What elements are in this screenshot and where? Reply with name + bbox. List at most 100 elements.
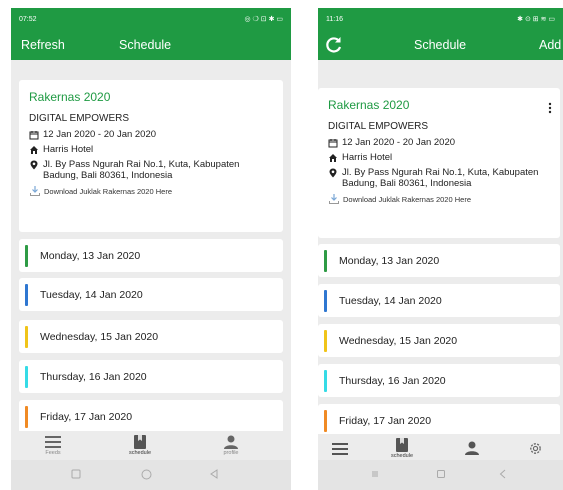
day-label: Thursday, 16 Jan 2020: [40, 370, 147, 383]
app-bar: Refresh Schedule: [11, 30, 291, 60]
home-icon: [329, 154, 337, 162]
bookmark-icon: [134, 435, 147, 449]
day-item[interactable]: Tuesday, 14 Jan 2020: [318, 284, 560, 317]
nav-profile[interactable]: [464, 441, 480, 455]
bottom-nav: Feeds schedule profile: [11, 431, 291, 463]
day-item[interactable]: Monday, 13 Jan 2020: [19, 239, 283, 272]
back-icon[interactable]: [209, 469, 219, 479]
status-bar: 07:52 ◎ ❍ ⊡ ✱ ▭: [11, 8, 291, 30]
add-button[interactable]: Add: [539, 38, 561, 52]
day-item[interactable]: Thursday, 16 Jan 2020: [318, 364, 560, 397]
system-nav-bar: [318, 460, 563, 490]
back-icon[interactable]: [498, 469, 508, 479]
download-label: Download Juklak Rakernas 2020 Here: [343, 194, 471, 204]
day-color-bar: [25, 365, 28, 388]
nav-profile[interactable]: profile: [223, 435, 239, 456]
day-label: Monday, 13 Jan 2020: [339, 254, 440, 267]
nav-settings[interactable]: [528, 441, 543, 456]
event-date-row: 12 Jan 2020 - 20 Jan 2020: [29, 129, 273, 140]
day-item[interactable]: Monday, 13 Jan 2020: [318, 244, 560, 277]
download-icon: [329, 194, 339, 204]
page-title: Schedule: [414, 38, 467, 52]
event-card[interactable]: Rakernas 2020 DIGITAL EMPOWERS 12 Jan 20…: [318, 88, 560, 238]
day-color-bar: [324, 409, 327, 432]
download-label: Download Juklak Rakernas 2020 Here: [44, 186, 172, 196]
home-icon: [30, 146, 38, 154]
nav-feeds-label: Feeds: [45, 450, 61, 456]
day-label: Monday, 13 Jan 2020: [40, 249, 141, 262]
nav-schedule-label: schedule: [129, 450, 152, 456]
bookmark-icon: [396, 438, 409, 452]
day-color-bar: [25, 244, 28, 267]
home-button-icon[interactable]: [141, 469, 152, 480]
menu-icon: [332, 443, 348, 455]
nav-schedule[interactable]: schedule: [391, 438, 413, 459]
event-venue-row: Harris Hotel: [328, 152, 550, 163]
person-icon: [224, 435, 238, 449]
nav-profile-label: profile: [223, 450, 239, 456]
calendar-icon: [328, 139, 338, 148]
day-item[interactable]: Friday, 17 Jan 2020: [19, 400, 283, 433]
nav-feeds[interactable]: [332, 442, 348, 456]
day-color-bar: [324, 249, 327, 272]
download-link[interactable]: Download Juklak Rakernas 2020 Here: [328, 193, 550, 205]
day-item[interactable]: Wednesday, 15 Jan 2020: [19, 320, 283, 353]
event-venue-row: Harris Hotel: [29, 144, 273, 155]
status-time: 11:16: [326, 15, 343, 23]
day-item[interactable]: Thursday, 16 Jan 2020: [19, 360, 283, 393]
event-date-range: 12 Jan 2020 - 20 Jan 2020: [43, 129, 157, 140]
download-icon: [30, 186, 40, 196]
nav-feeds[interactable]: Feeds: [45, 435, 61, 456]
event-address: Jl. By Pass Ngurah Rai No.1, Kuta, Kabup…: [43, 159, 240, 181]
status-time: 07:52: [19, 15, 37, 23]
gear-icon: [530, 443, 541, 454]
day-item[interactable]: Wednesday, 15 Jan 2020: [318, 324, 560, 357]
event-card[interactable]: Rakernas 2020 DIGITAL EMPOWERS 12 Jan 20…: [19, 80, 283, 232]
day-color-bar: [25, 325, 28, 348]
day-color-bar: [25, 405, 28, 428]
calendar-icon: [29, 131, 39, 140]
system-nav-bar: [11, 460, 291, 490]
more-vert-icon[interactable]: [548, 102, 552, 114]
event-venue: Harris Hotel: [43, 144, 94, 155]
download-link[interactable]: Download Juklak Rakernas 2020 Here: [29, 185, 273, 197]
event-title: Rakernas 2020: [328, 98, 410, 112]
day-label: Wednesday, 15 Jan 2020: [40, 330, 159, 343]
day-color-bar: [324, 289, 327, 312]
recents-icon[interactable]: [71, 469, 81, 479]
event-date-row: 12 Jan 2020 - 20 Jan 2020: [328, 137, 550, 148]
day-label: Thursday, 16 Jan 2020: [339, 374, 446, 387]
refresh-icon[interactable]: [324, 35, 344, 55]
person-icon: [465, 441, 479, 455]
phone-screen-right: 11:16 ✱ ⊙ ⊞ ≋ ▭ Schedule Add Rakernas 20…: [318, 8, 563, 490]
day-item[interactable]: Tuesday, 14 Jan 2020: [19, 278, 283, 311]
event-address: Jl. By Pass Ngurah Rai No.1, Kuta, Kabup…: [342, 167, 539, 189]
menu-icon: [45, 436, 61, 448]
day-label: Tuesday, 14 Jan 2020: [339, 294, 442, 307]
nav-schedule[interactable]: schedule: [129, 435, 151, 456]
day-label: Friday, 17 Jan 2020: [40, 410, 133, 423]
event-address-row: Jl. By Pass Ngurah Rai No.1, Kuta, Kabup…: [328, 167, 550, 189]
day-label: Wednesday, 15 Jan 2020: [339, 334, 458, 347]
nav-schedule-label: schedule: [391, 453, 414, 459]
event-title: Rakernas 2020: [29, 90, 111, 104]
event-address-row: Jl. By Pass Ngurah Rai No.1, Kuta, Kabup…: [29, 159, 273, 181]
map-pin-icon: [30, 160, 38, 170]
status-bar: 11:16 ✱ ⊙ ⊞ ≋ ▭: [318, 8, 563, 30]
day-color-bar: [324, 329, 327, 352]
day-color-bar: [25, 283, 28, 306]
status-icons: ◎ ❍ ⊡ ✱ ▭: [244, 16, 283, 23]
event-organizer: DIGITAL EMPOWERS: [29, 113, 130, 124]
day-label: Friday, 17 Jan 2020: [339, 414, 432, 427]
refresh-button[interactable]: Refresh: [21, 38, 65, 52]
app-bar: Schedule Add: [318, 30, 563, 60]
status-icons: ✱ ⊙ ⊞ ≋ ▭: [517, 16, 555, 23]
day-label: Tuesday, 14 Jan 2020: [40, 288, 143, 301]
event-date-range: 12 Jan 2020 - 20 Jan 2020: [342, 137, 456, 148]
day-color-bar: [324, 369, 327, 392]
phone-screen-left: 07:52 ◎ ❍ ⊡ ✱ ▭ Refresh Schedule Rakerna…: [11, 8, 291, 490]
day-item[interactable]: Friday, 17 Jan 2020: [318, 404, 560, 437]
home-button-icon[interactable]: [436, 469, 446, 479]
map-pin-icon: [329, 168, 337, 178]
recents-icon[interactable]: [370, 469, 380, 479]
